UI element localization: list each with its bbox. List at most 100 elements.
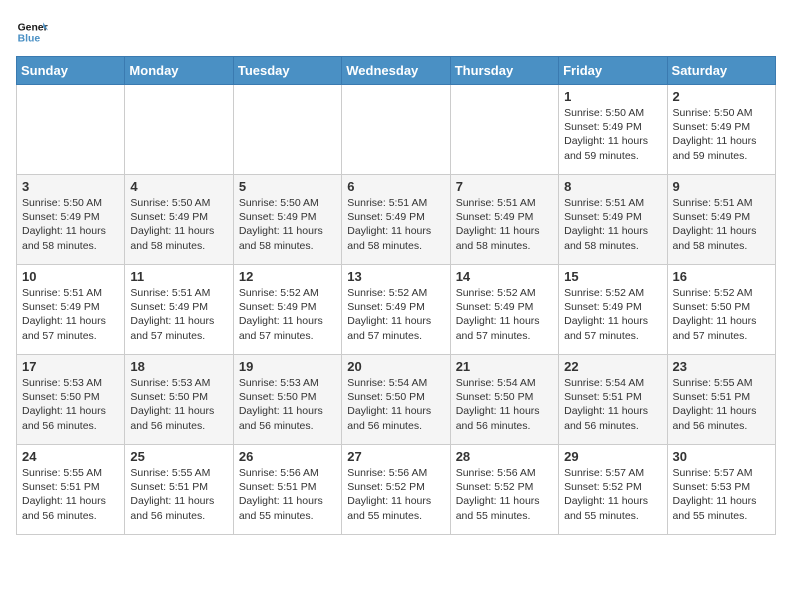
calendar-day-cell: 25 Sunrise: 5:55 AM Sunset: 5:51 PM Dayli…: [125, 445, 233, 535]
logo-icon: General Blue: [16, 16, 48, 48]
day-header-friday: Friday: [559, 57, 667, 85]
calendar-day-cell: 20 Sunrise: 5:54 AM Sunset: 5:50 PM Dayli…: [342, 355, 450, 445]
day-number: 7: [456, 179, 553, 194]
day-info: Sunrise: 5:52 AM Sunset: 5:49 PM Dayligh…: [239, 286, 336, 343]
day-number: 30: [673, 449, 770, 464]
day-header-sunday: Sunday: [17, 57, 125, 85]
day-info: Sunrise: 5:51 AM Sunset: 5:49 PM Dayligh…: [673, 196, 770, 253]
day-info: Sunrise: 5:52 AM Sunset: 5:50 PM Dayligh…: [673, 286, 770, 343]
calendar-day-cell: 14 Sunrise: 5:52 AM Sunset: 5:49 PM Dayli…: [450, 265, 558, 355]
calendar-day-cell: 7 Sunrise: 5:51 AM Sunset: 5:49 PM Daylig…: [450, 175, 558, 265]
calendar-day-cell: 4 Sunrise: 5:50 AM Sunset: 5:49 PM Daylig…: [125, 175, 233, 265]
day-number: 21: [456, 359, 553, 374]
day-number: 19: [239, 359, 336, 374]
day-info: Sunrise: 5:50 AM Sunset: 5:49 PM Dayligh…: [673, 106, 770, 163]
calendar-empty-cell: [125, 85, 233, 175]
calendar-day-cell: 8 Sunrise: 5:51 AM Sunset: 5:49 PM Daylig…: [559, 175, 667, 265]
day-info: Sunrise: 5:52 AM Sunset: 5:49 PM Dayligh…: [456, 286, 553, 343]
calendar-header-row: SundayMondayTuesdayWednesdayThursdayFrid…: [17, 57, 776, 85]
day-header-wednesday: Wednesday: [342, 57, 450, 85]
day-info: Sunrise: 5:55 AM Sunset: 5:51 PM Dayligh…: [22, 466, 119, 523]
day-number: 28: [456, 449, 553, 464]
calendar-week-row: 24 Sunrise: 5:55 AM Sunset: 5:51 PM Dayli…: [17, 445, 776, 535]
calendar-day-cell: 9 Sunrise: 5:51 AM Sunset: 5:49 PM Daylig…: [667, 175, 775, 265]
day-number: 26: [239, 449, 336, 464]
day-number: 1: [564, 89, 661, 104]
calendar-week-row: 3 Sunrise: 5:50 AM Sunset: 5:49 PM Daylig…: [17, 175, 776, 265]
calendar-day-cell: 21 Sunrise: 5:54 AM Sunset: 5:50 PM Dayli…: [450, 355, 558, 445]
calendar-empty-cell: [342, 85, 450, 175]
day-number: 25: [130, 449, 227, 464]
calendar-day-cell: 13 Sunrise: 5:52 AM Sunset: 5:49 PM Dayli…: [342, 265, 450, 355]
calendar-day-cell: 24 Sunrise: 5:55 AM Sunset: 5:51 PM Dayli…: [17, 445, 125, 535]
calendar-day-cell: 1 Sunrise: 5:50 AM Sunset: 5:49 PM Daylig…: [559, 85, 667, 175]
day-info: Sunrise: 5:51 AM Sunset: 5:49 PM Dayligh…: [22, 286, 119, 343]
day-number: 6: [347, 179, 444, 194]
calendar-day-cell: 30Sunrise: 5:57 AM Sunset: 5:53 PM Dayli…: [667, 445, 775, 535]
day-info: Sunrise: 5:53 AM Sunset: 5:50 PM Dayligh…: [22, 376, 119, 433]
logo: General Blue: [16, 16, 52, 48]
day-number: 10: [22, 269, 119, 284]
calendar-day-cell: 29 Sunrise: 5:57 AM Sunset: 5:52 PM Dayli…: [559, 445, 667, 535]
day-header-thursday: Thursday: [450, 57, 558, 85]
day-info: Sunrise: 5:54 AM Sunset: 5:50 PM Dayligh…: [347, 376, 444, 433]
day-info: Sunrise: 5:50 AM Sunset: 5:49 PM Dayligh…: [22, 196, 119, 253]
day-info: Sunrise: 5:55 AM Sunset: 5:51 PM Dayligh…: [130, 466, 227, 523]
header: General Blue: [16, 16, 776, 48]
day-number: 11: [130, 269, 227, 284]
day-number: 3: [22, 179, 119, 194]
day-number: 13: [347, 269, 444, 284]
calendar-day-cell: 19 Sunrise: 5:53 AM Sunset: 5:50 PM Dayli…: [233, 355, 341, 445]
day-info: Sunrise: 5:52 AM Sunset: 5:49 PM Dayligh…: [347, 286, 444, 343]
day-info: Sunrise: 5:56 AM Sunset: 5:51 PM Dayligh…: [239, 466, 336, 523]
calendar-week-row: 17Sunrise: 5:53 AM Sunset: 5:50 PM Dayli…: [17, 355, 776, 445]
day-number: 9: [673, 179, 770, 194]
calendar-empty-cell: [233, 85, 341, 175]
day-header-tuesday: Tuesday: [233, 57, 341, 85]
calendar-day-cell: 28 Sunrise: 5:56 AM Sunset: 5:52 PM Dayli…: [450, 445, 558, 535]
calendar-table: SundayMondayTuesdayWednesdayThursdayFrid…: [16, 56, 776, 535]
day-number: 29: [564, 449, 661, 464]
day-info: Sunrise: 5:50 AM Sunset: 5:49 PM Dayligh…: [239, 196, 336, 253]
day-number: 8: [564, 179, 661, 194]
day-info: Sunrise: 5:53 AM Sunset: 5:50 PM Dayligh…: [239, 376, 336, 433]
day-info: Sunrise: 5:55 AM Sunset: 5:51 PM Dayligh…: [673, 376, 770, 433]
day-info: Sunrise: 5:56 AM Sunset: 5:52 PM Dayligh…: [456, 466, 553, 523]
day-number: 14: [456, 269, 553, 284]
day-info: Sunrise: 5:50 AM Sunset: 5:49 PM Dayligh…: [564, 106, 661, 163]
calendar-week-row: 1 Sunrise: 5:50 AM Sunset: 5:49 PM Daylig…: [17, 85, 776, 175]
day-info: Sunrise: 5:52 AM Sunset: 5:49 PM Dayligh…: [564, 286, 661, 343]
day-info: Sunrise: 5:56 AM Sunset: 5:52 PM Dayligh…: [347, 466, 444, 523]
day-number: 20: [347, 359, 444, 374]
day-info: Sunrise: 5:53 AM Sunset: 5:50 PM Dayligh…: [130, 376, 227, 433]
svg-text:Blue: Blue: [18, 34, 41, 45]
calendar-day-cell: 5 Sunrise: 5:50 AM Sunset: 5:49 PM Daylig…: [233, 175, 341, 265]
day-number: 15: [564, 269, 661, 284]
day-info: Sunrise: 5:51 AM Sunset: 5:49 PM Dayligh…: [456, 196, 553, 253]
day-number: 18: [130, 359, 227, 374]
day-info: Sunrise: 5:50 AM Sunset: 5:49 PM Dayligh…: [130, 196, 227, 253]
calendar-empty-cell: [450, 85, 558, 175]
calendar-day-cell: 10 Sunrise: 5:51 AM Sunset: 5:49 PM Dayli…: [17, 265, 125, 355]
calendar-day-cell: 15 Sunrise: 5:52 AM Sunset: 5:49 PM Dayli…: [559, 265, 667, 355]
day-number: 24: [22, 449, 119, 464]
day-header-monday: Monday: [125, 57, 233, 85]
day-info: Sunrise: 5:57 AM Sunset: 5:52 PM Dayligh…: [564, 466, 661, 523]
calendar-day-cell: 2 Sunrise: 5:50 AM Sunset: 5:49 PM Daylig…: [667, 85, 775, 175]
day-info: Sunrise: 5:51 AM Sunset: 5:49 PM Dayligh…: [130, 286, 227, 343]
day-number: 27: [347, 449, 444, 464]
day-info: Sunrise: 5:54 AM Sunset: 5:50 PM Dayligh…: [456, 376, 553, 433]
day-number: 23: [673, 359, 770, 374]
day-info: Sunrise: 5:51 AM Sunset: 5:49 PM Dayligh…: [347, 196, 444, 253]
day-number: 5: [239, 179, 336, 194]
calendar-day-cell: 16Sunrise: 5:52 AM Sunset: 5:50 PM Dayli…: [667, 265, 775, 355]
day-number: 12: [239, 269, 336, 284]
day-info: Sunrise: 5:51 AM Sunset: 5:49 PM Dayligh…: [564, 196, 661, 253]
day-number: 22: [564, 359, 661, 374]
calendar-day-cell: 26 Sunrise: 5:56 AM Sunset: 5:51 PM Dayli…: [233, 445, 341, 535]
calendar-day-cell: 3 Sunrise: 5:50 AM Sunset: 5:49 PM Daylig…: [17, 175, 125, 265]
day-number: 4: [130, 179, 227, 194]
day-number: 2: [673, 89, 770, 104]
calendar-day-cell: 11 Sunrise: 5:51 AM Sunset: 5:49 PM Dayli…: [125, 265, 233, 355]
day-info: Sunrise: 5:54 AM Sunset: 5:51 PM Dayligh…: [564, 376, 661, 433]
